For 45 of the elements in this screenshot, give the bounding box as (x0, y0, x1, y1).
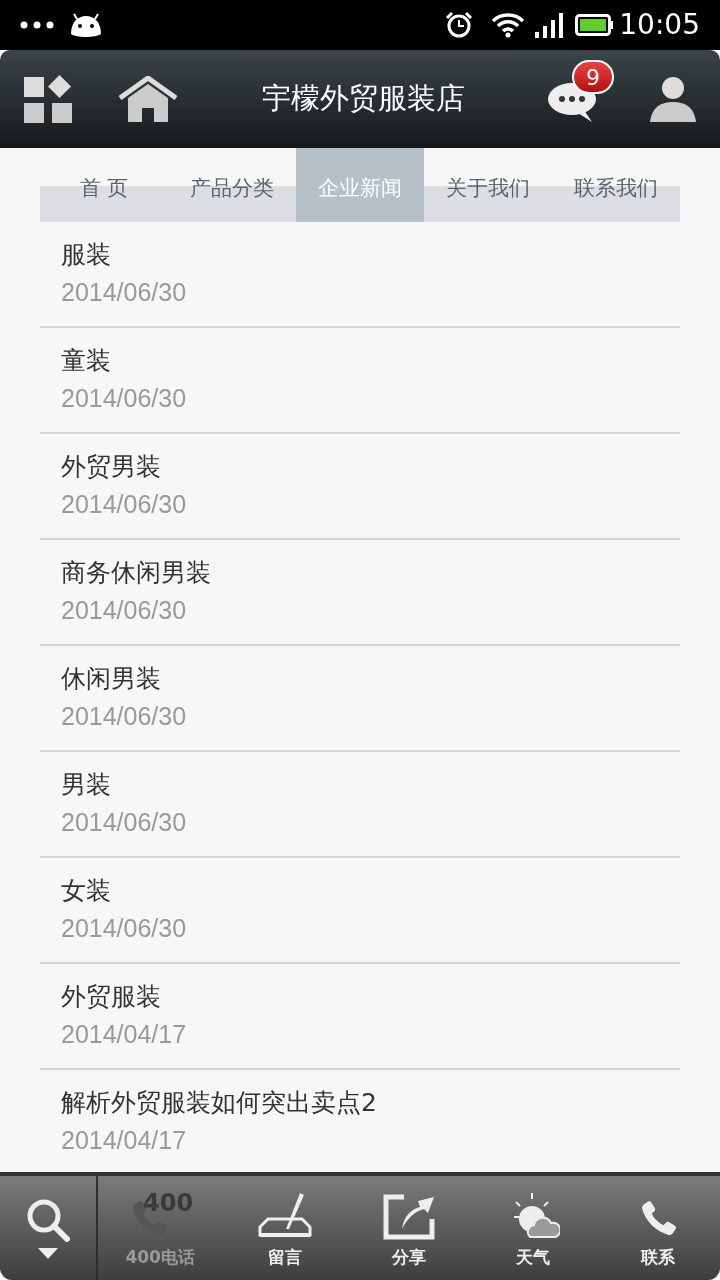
user-icon[interactable] (650, 76, 696, 122)
news-date: 2014/04/17 (61, 1019, 188, 1050)
news-item[interactable]: 男装 2014/06/30 (40, 752, 680, 858)
news-title: 服装 (61, 239, 112, 271)
news-date: 2014/06/30 (61, 807, 188, 838)
wifi-icon (491, 12, 526, 38)
news-date: 2014/06/30 (61, 383, 188, 414)
news-date: 2014/06/30 (61, 913, 188, 944)
news-item[interactable]: 商务休闲男装 2014/06/30 (40, 540, 680, 646)
news-title: 男装 (61, 769, 112, 801)
news-title: 童装 (61, 345, 112, 377)
alarm-icon (445, 11, 474, 39)
battery-icon (575, 14, 614, 36)
search-icon (26, 1197, 70, 1242)
news-title: 外贸服装 (61, 981, 162, 1013)
signal-icon (535, 12, 564, 38)
news-item[interactable]: 女装 2014/06/30 (40, 858, 680, 964)
toolbar-button[interactable]: 留言 (222, 1176, 347, 1280)
news-title: 休闲男装 (61, 663, 162, 695)
toolbar-button[interactable]: 联系 (595, 1176, 720, 1280)
news-date: 2014/06/30 (61, 489, 188, 520)
news-title: 商务休闲男装 (61, 557, 212, 589)
toolbar-button[interactable]: 分享 (346, 1176, 472, 1280)
news-item[interactable]: 解析外贸服装如何突出卖点2 2014/04/17 (40, 1070, 680, 1172)
news-date: 2014/06/30 (61, 701, 188, 732)
message-count-badge: 9 (572, 60, 614, 94)
news-item[interactable]: 休闲男装 2014/06/30 (40, 646, 680, 752)
toolbar-button[interactable]: 天气 (471, 1176, 596, 1280)
news-title: 解析外贸服装如何突出卖点2 (61, 1087, 378, 1119)
news-title: 外贸男装 (61, 451, 162, 483)
dropdown-caret-icon (38, 1247, 58, 1259)
news-date: 2014/06/30 (61, 277, 188, 308)
news-item[interactable]: 外贸服装 2014/04/17 (40, 964, 680, 1070)
android-icon (68, 12, 104, 38)
news-item[interactable]: 童装 2014/06/30 (40, 328, 680, 434)
clock: 10:05 (619, 11, 700, 39)
store-title: 宇檬外贸服装店 (260, 80, 466, 118)
news-date: 2014/06/30 (61, 595, 188, 626)
news-item[interactable]: 服装 2014/06/30 (40, 222, 680, 328)
home-icon[interactable] (118, 76, 178, 122)
apps-grid-icon[interactable] (24, 75, 72, 123)
news-date: 2014/04/17 (61, 1125, 188, 1156)
more-dots-icon (20, 21, 54, 29)
news-item[interactable]: 外贸男装 2014/06/30 (40, 434, 680, 540)
news-title: 女装 (61, 875, 112, 907)
